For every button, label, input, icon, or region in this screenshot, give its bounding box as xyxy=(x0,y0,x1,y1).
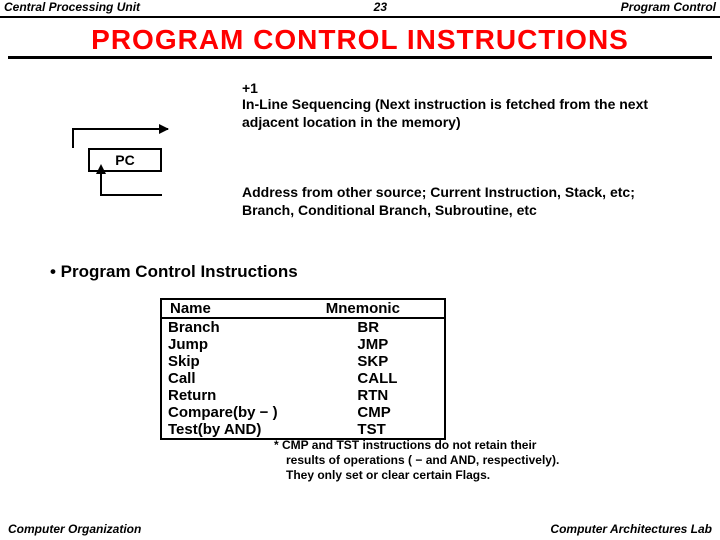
footer-bar: Computer Organization Computer Architect… xyxy=(0,522,720,536)
table-row: BranchBR xyxy=(162,319,444,336)
table-row: Test(by AND)TST xyxy=(162,421,444,438)
footer-right: Computer Architectures Lab xyxy=(550,522,712,536)
inline-sequencing-text: In-Line Sequencing (Next instruction is … xyxy=(242,96,680,131)
arrow-bottom xyxy=(100,172,160,198)
bullet-heading: • Program Control Instructions xyxy=(50,262,298,282)
title-rule xyxy=(8,56,712,59)
footnote-line3: They only set or clear certain Flags. xyxy=(274,468,680,483)
arrow-top xyxy=(62,128,168,148)
footnote: * CMP and TST instructions do not retain… xyxy=(274,438,680,483)
header-right: Program Control xyxy=(621,0,716,16)
table-row: Compare(by − )CMP xyxy=(162,404,444,421)
table-header-row: Name Mnemonic xyxy=(162,300,444,319)
table-row: ReturnRTN xyxy=(162,387,444,404)
header-left: Central Processing Unit xyxy=(4,0,140,16)
instruction-table: Name Mnemonic BranchBR JumpJMP SkipSKP C… xyxy=(160,298,446,440)
table-row: JumpJMP xyxy=(162,336,444,353)
footer-left: Computer Organization xyxy=(8,522,141,536)
table-header-name: Name xyxy=(162,300,320,317)
slide-title: PROGRAM CONTROL INSTRUCTIONS xyxy=(0,18,720,58)
footnote-line2: results of operations ( − and AND, respe… xyxy=(274,453,680,468)
slide: Central Processing Unit 23 Program Contr… xyxy=(0,0,720,540)
header-bar: Central Processing Unit 23 Program Contr… xyxy=(0,0,720,18)
footnote-line1: * CMP and TST instructions do not retain… xyxy=(274,438,536,452)
address-source-text: Address from other source; Current Instr… xyxy=(242,184,680,219)
header-center: 23 xyxy=(374,0,387,16)
table-row: SkipSKP xyxy=(162,353,444,370)
plus-one-label: +1 xyxy=(242,80,258,96)
table-header-mnemonic: Mnemonic xyxy=(320,300,444,317)
table-row: CallCALL xyxy=(162,370,444,387)
